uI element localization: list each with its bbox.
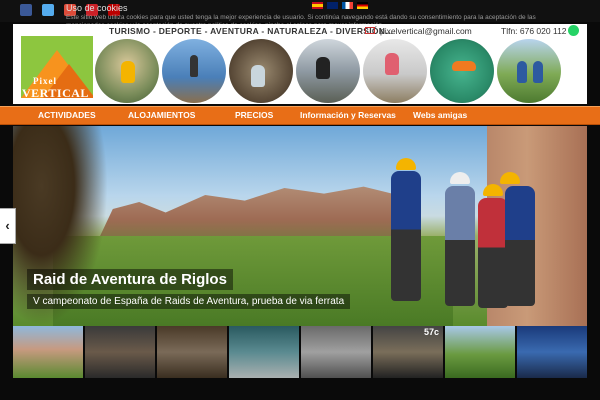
climber [478,198,508,308]
thumbnail[interactable] [301,326,371,378]
twitter-icon[interactable] [42,4,54,16]
activity-photo[interactable] [430,39,494,103]
activity-circles [95,39,561,103]
tagline: TURISMO - DEPORTE - AVENTURA - NATURALEZ… [109,26,394,36]
flag-fr-icon[interactable] [342,2,353,9]
person-icon [452,61,476,71]
header: Pixel VERTICAL TURISMO - DEPORTE - AVENT… [13,24,587,104]
activity-photo[interactable] [497,39,561,103]
nav-item-webs-amigas[interactable]: Webs amigas [413,110,467,120]
phone-number: Tlfn: 676 020 112 [501,26,567,36]
facebook-icon[interactable] [20,4,32,16]
thumbnail[interactable] [13,326,83,378]
thumbnail[interactable]: 57c [373,326,443,378]
flag-es-icon[interactable] [312,2,323,9]
logo-text-top: Pixel [33,76,57,86]
nav-item-actividades[interactable]: ACTIVIDADES [38,110,96,120]
person-icon [316,57,330,79]
flag-uk-icon[interactable] [327,2,338,9]
cookie-title: Uso de cookies [66,3,128,13]
thumbnail-label: 57c [423,327,439,337]
person-icon [190,55,198,77]
flag-de-icon[interactable] [357,2,368,9]
activity-photo[interactable] [363,39,427,103]
nav-item-alojamientos[interactable]: ALOJAMIENTOS [128,110,195,120]
mail-icon [365,27,375,34]
climber [505,186,535,306]
language-flags [312,2,368,9]
person-icon [533,61,543,83]
person-icon [517,61,527,83]
thumbnail-strip: 57c [13,326,587,378]
email-link[interactable]: pixelvertical@gmail.com [380,26,472,36]
person-icon [385,53,399,75]
whatsapp-icon[interactable] [568,25,579,36]
logo-text-bottom: VERTICAL [22,86,89,98]
nav-item-precios[interactable]: PRECIOS [235,110,273,120]
climber [391,171,421,301]
logo[interactable]: Pixel VERTICAL [21,36,93,98]
activity-photo[interactable] [296,39,360,103]
activity-photo[interactable] [95,39,159,103]
activity-photo[interactable] [162,39,226,103]
hero-subtitle: V campeonato de España de Raids de Avent… [27,294,351,309]
activity-photo[interactable] [229,39,293,103]
person-icon [121,61,135,83]
thumbnail[interactable] [445,326,515,378]
top-bar: Uso de cookies Este sitio web utiliza co… [0,0,600,29]
hero-slider[interactable]: Raid de Aventura de Riglos V campeonato … [13,126,587,326]
thumbnail[interactable] [85,326,155,378]
hero-title: Raid de Aventura de Riglos [27,269,233,290]
main-nav: ACTIVIDADES ALOJAMIENTOS PRECIOS Informa… [0,106,600,125]
climber [445,186,475,306]
nav-item-informacion[interactable]: Información y Reservas [300,110,396,120]
prev-slide-button[interactable]: ‹ [0,208,16,244]
thumbnail[interactable] [229,326,299,378]
thumbnail[interactable] [157,326,227,378]
thumbnail[interactable] [517,326,587,378]
person-icon [251,65,265,87]
